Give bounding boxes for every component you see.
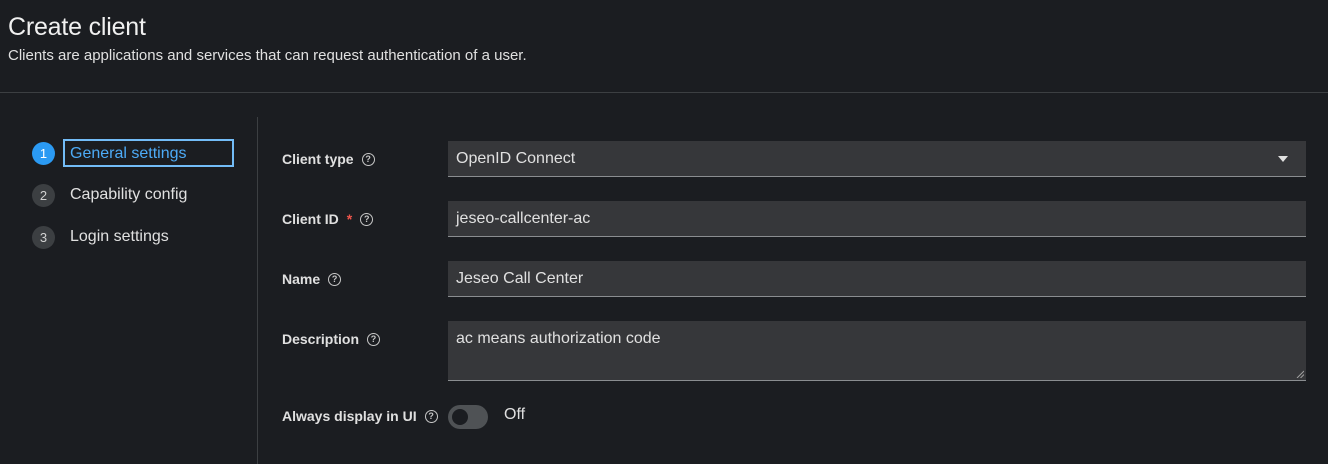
client-id-label-text: Client ID [282,211,339,227]
always-display-label-text: Always display in UI [282,408,417,424]
always-display-toggle[interactable] [448,405,488,429]
resize-handle-icon[interactable] [1296,370,1304,378]
client-id-value: jeseo-callcenter-ac [456,209,591,227]
step-label: General settings [63,139,234,167]
wizard-nav: 1 General settings 2 Capability config 3… [0,117,258,464]
wizard-step-general-settings[interactable]: 1 General settings [32,139,234,167]
client-type-select[interactable]: OpenID Connect [448,141,1306,177]
always-display-state: Off [504,406,526,423]
name-value: Jeseo Call Center [456,269,584,287]
step-number: 3 [32,225,55,249]
wizard-step-login-settings[interactable]: 3 Login settings [32,223,169,251]
always-display-label: Always display in UI ? [282,408,438,424]
page-header: Create client Clients are applications a… [0,0,1328,93]
client-id-input[interactable]: jeseo-callcenter-ac [448,201,1306,237]
help-circle-icon[interactable]: ? [361,152,375,166]
client-type-value: OpenID Connect [456,149,576,167]
name-label: Name ? [282,271,342,287]
description-textarea[interactable]: ac means authorization code [448,321,1306,381]
page-subtitle: Clients are applications and services th… [8,47,527,64]
name-label-text: Name [282,271,321,287]
help-circle-icon[interactable]: ? [367,332,381,346]
wizard-step-capability-config[interactable]: 2 Capability config [32,181,187,209]
required-marker: * [346,211,353,227]
step-label: Login settings [70,228,169,245]
client-type-label-text: Client type [282,151,354,167]
step-number: 2 [32,183,55,207]
page-title: Create client [8,13,146,41]
description-label: Description ? [282,331,381,347]
step-number: 1 [32,141,55,165]
toggle-knob [452,409,468,425]
client-id-label: Client ID * ? [282,211,374,227]
description-value: ac means authorization code [456,330,661,347]
name-input[interactable]: Jeseo Call Center [448,261,1306,297]
description-label-text: Description [282,331,360,347]
client-type-label: Client type ? [282,151,375,167]
help-circle-icon[interactable]: ? [328,272,342,286]
caret-down-icon [1278,156,1288,162]
step-label: Capability config [70,186,188,203]
help-circle-icon[interactable]: ? [424,409,438,423]
help-circle-icon[interactable]: ? [360,212,374,226]
